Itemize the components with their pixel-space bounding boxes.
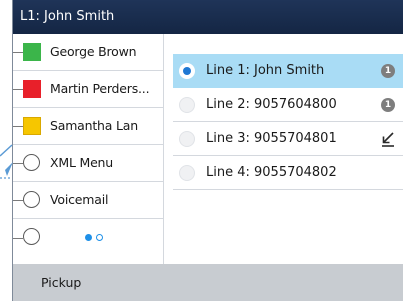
prog-key-xml-menu[interactable]: XML Menu	[13, 145, 163, 182]
prog-key-label: XML Menu	[50, 155, 114, 170]
line-list: Line 1: John Smith 1 Line 2: 9057604800 …	[173, 54, 403, 190]
line-title: L1: John Smith	[20, 9, 115, 24]
line-row-4[interactable]: Line 4: 9055704802	[173, 156, 403, 190]
prog-key-label: Martin Perders...	[50, 81, 150, 96]
phone-display: L1: John Smith George Brown Martin Perde…	[12, 0, 403, 301]
radio-unselected-icon	[179, 165, 195, 181]
notification-badge: 1	[381, 64, 395, 78]
line-label: Line 2: 9057604800	[206, 97, 337, 112]
panel-divider	[163, 34, 164, 264]
key-connector	[13, 237, 23, 239]
programmable-keys-panel: George Brown Martin Perders... Samantha …	[13, 34, 163, 264]
prog-key-label: Samantha Lan	[50, 118, 138, 133]
radio-selected-icon	[179, 63, 195, 79]
key-connector	[13, 89, 23, 90]
empty-circle-icon	[23, 191, 40, 208]
prog-key-samantha-lan[interactable]: Samantha Lan	[13, 108, 163, 145]
green-status-square-icon	[23, 43, 41, 61]
title-bar: L1: John Smith	[13, 0, 403, 34]
key-connector	[13, 126, 23, 127]
radio-unselected-icon	[179, 97, 195, 113]
radio-unselected-icon	[179, 131, 195, 147]
empty-circle-icon	[23, 228, 40, 245]
prog-key-empty[interactable]	[13, 219, 163, 256]
empty-circle-icon	[23, 154, 40, 171]
page-dot-inactive	[96, 234, 103, 241]
prog-key-label: George Brown	[50, 44, 137, 59]
line-row-3[interactable]: Line 3: 9055704801	[173, 122, 403, 156]
page-indicator	[85, 234, 103, 241]
softkey-bar: Pickup	[13, 264, 403, 301]
key-connector	[13, 52, 23, 53]
pickup-softkey[interactable]: Pickup	[41, 264, 81, 301]
yellow-status-square-icon	[23, 117, 41, 135]
phone-screen-stage: L1: John Smith George Brown Martin Perde…	[0, 0, 403, 301]
prog-key-label: Voicemail	[50, 192, 109, 207]
line-label: Line 4: 9055704802	[206, 165, 337, 180]
prog-key-voicemail[interactable]: Voicemail	[13, 182, 163, 219]
missed-call-arrow-icon	[382, 132, 394, 147]
key-connector	[13, 163, 23, 164]
line-row-1[interactable]: Line 1: John Smith 1	[173, 54, 403, 88]
key-connector	[13, 200, 23, 201]
line-row-2[interactable]: Line 2: 9057604800 1	[173, 88, 403, 122]
prog-key-george-brown[interactable]: George Brown	[13, 34, 163, 71]
red-status-square-icon	[23, 80, 41, 98]
line-label: Line 3: 9055704801	[206, 131, 337, 146]
prog-key-martin-perders[interactable]: Martin Perders...	[13, 71, 163, 108]
line-label: Line 1: John Smith	[206, 63, 325, 78]
page-dot-active	[85, 234, 92, 241]
notification-badge: 1	[381, 98, 395, 112]
